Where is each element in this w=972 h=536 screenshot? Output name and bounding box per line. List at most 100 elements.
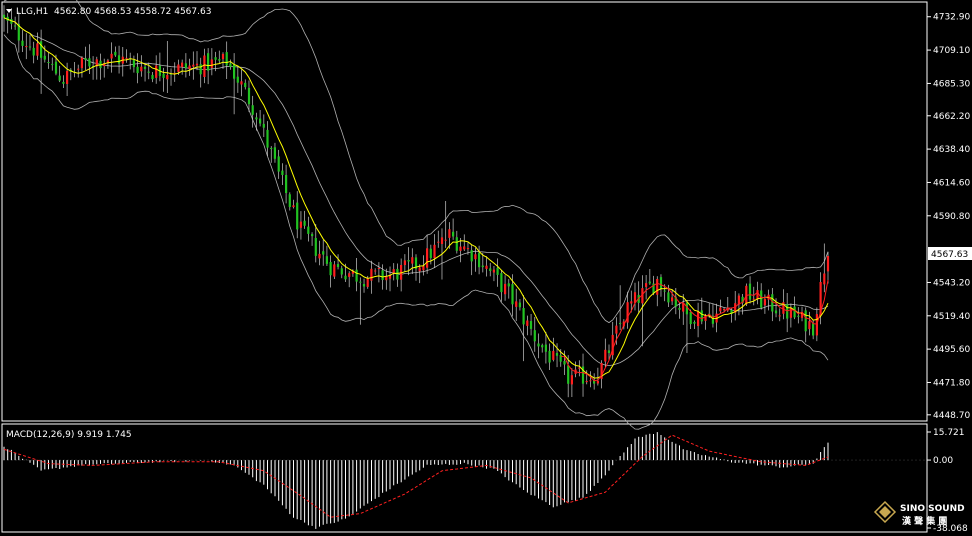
candle-body [314,238,317,256]
candle-body [663,290,666,292]
price-axis: 4732.90 4709.10 4685.30 4662.20 4638.40 4614.… [927,13,970,421]
candle-body [229,63,232,67]
candle-body [307,226,310,234]
candle-body [240,81,243,85]
candle-body [225,52,228,66]
candle-body [429,248,432,258]
candle-body [403,260,406,266]
candle-body [177,64,180,72]
candle-body [455,237,458,251]
candle-body [28,46,32,48]
candle-body [277,156,280,172]
candle-body [607,350,611,353]
candle-body [585,381,588,383]
candle-body [370,268,373,281]
price-tick-label: 4471.80 [933,379,970,389]
candle-body [162,73,165,78]
candle-body [515,301,518,307]
candle-body [140,66,143,72]
candle-body [437,241,440,243]
price-tick-label: 4543.20 [933,279,970,289]
watermark-chinese: 漢 聲 集 團 [902,515,947,527]
candle-body [362,284,366,287]
price-tick-label: 4519.40 [933,312,970,322]
candle-body [2,14,6,18]
watermark-brand: SINO SOUND [900,504,965,514]
candle-body [756,290,759,300]
candle-body [340,268,343,275]
candle-body [281,170,284,175]
candle-body [262,123,265,128]
candle-body [797,315,800,317]
candle-body [188,65,191,69]
candle-body [511,284,514,305]
candle-body [236,76,239,83]
candle-body [288,194,291,207]
candle-body [529,321,533,329]
symbol-timeframe: LLG,H1 [16,7,48,17]
candle-body [448,229,451,238]
candle-body [504,283,507,295]
candle-body [444,239,447,241]
candle-body [110,53,113,59]
candle-body [826,256,830,272]
candle-body [21,40,24,46]
candle-body [51,63,54,65]
candle-body [463,246,466,250]
candle-body [273,147,276,159]
candle-body [247,87,251,105]
price-tick-label: 4709.10 [933,46,970,56]
candle-body [648,281,651,284]
current-price-value: 4567.63 [931,250,968,260]
candle-body [58,75,61,81]
candle-body [195,63,199,66]
candle-body [88,58,91,67]
candle-body [255,117,258,120]
candle-body [481,265,484,268]
candle-body [322,251,325,255]
candle-body [492,269,495,273]
candle-body [466,248,470,250]
chart-canvas[interactable]: LLG,H1 4562.80 4568.53 4558.72 4567.63 M… [0,0,972,536]
candle-body [700,310,703,322]
candle-body [377,268,380,269]
candle-body [563,361,566,365]
candle-body [14,25,17,27]
candle-body [266,129,269,148]
candle-body [285,175,288,193]
candle-body [656,279,659,295]
candle-body [697,311,700,326]
candle-body [619,323,622,324]
price-tick-label: 4662.20 [933,112,970,122]
candle-body [485,265,488,269]
candle-body [659,277,663,289]
candle-body [774,310,778,314]
candle-body [470,250,473,262]
candle-body [311,234,314,237]
macd-label: MACD(12,26,9) 9.919 1.745 [6,430,132,440]
candle-body [392,269,395,273]
price-tick-label: 4590.80 [933,212,970,222]
candle-body [500,273,503,293]
candle-body [815,314,818,336]
candle-body [292,205,295,208]
candle-body [804,310,807,332]
candle-body [570,375,573,385]
candle-body [555,353,559,356]
candle-body [689,311,692,325]
candle-body [147,71,150,73]
candle-body [678,307,681,310]
candle-body [760,290,763,308]
candle-body [452,231,455,237]
candle-body [567,365,570,384]
candle-body [136,66,139,74]
price-tick-label: 4448.70 [933,411,970,421]
candle-body [719,307,722,312]
candle-body [151,74,154,80]
candle-body [117,55,121,64]
candle-body [778,315,781,317]
candle-body [723,309,726,310]
candle-body [84,58,87,60]
candle-body [478,252,481,268]
candle-body [596,380,599,384]
